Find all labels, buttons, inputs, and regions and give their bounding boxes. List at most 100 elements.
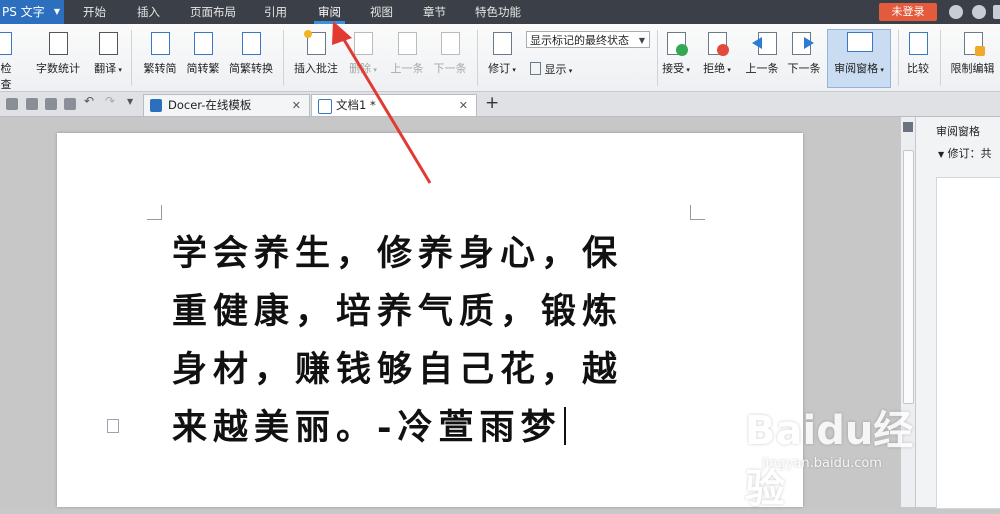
tab-label: Docer-在线模板 <box>168 98 252 112</box>
prev-comment-icon <box>398 32 417 55</box>
prev-change-label: 上一条 <box>745 62 779 75</box>
document-line: 来越美丽。-冷萱雨梦 <box>172 407 562 448</box>
next-comment-icon <box>441 32 460 55</box>
track-changes-button[interactable]: 修订 ▾ <box>482 30 522 76</box>
paragraph-options-icon[interactable] <box>107 419 119 433</box>
review-pane-icon <box>847 32 873 52</box>
close-icon[interactable]: ✕ <box>292 95 301 116</box>
new-doc-icon[interactable] <box>6 98 18 110</box>
review-pane-title: 审阅窗格 <box>936 125 980 138</box>
restrict-editing-label: 限制编辑 <box>950 62 995 75</box>
insert-comment-button[interactable]: 插入批注 <box>290 30 342 76</box>
ribbon-review: 检查 字数统计 翻译 ▾ 繁转简 简转繁 简繁转换 插入批注 删除 ▾ 上一条 … <box>0 24 1000 92</box>
document-line: 重健康，培养气质，锻炼 <box>172 291 624 332</box>
revisions-label: 修订：共 <box>947 147 992 160</box>
baidu-watermark: Baidu经验 jingyan.baidu.com <box>745 398 945 512</box>
track-changes-label: 修订 <box>488 62 511 75</box>
trad-to-simp-label: 繁转简 <box>143 62 177 75</box>
settings-icon[interactable] <box>993 5 1000 19</box>
show-markup-button[interactable]: 显示 ▾ <box>530 61 572 77</box>
markup-display-select[interactable]: 显示标记的最终状态 ▼ <box>526 31 650 48</box>
spell-check-icon <box>0 32 12 55</box>
word-count-icon <box>49 32 68 55</box>
menu-chapter[interactable]: 章节 <box>423 0 446 24</box>
simp-to-trad-icon <box>194 32 213 55</box>
menu-references[interactable]: 引用 <box>264 0 287 24</box>
tab-document1[interactable]: 文档1 * ✕ <box>311 94 477 116</box>
word-count-label: 字数统计 <box>36 62 80 75</box>
customize-toolbar-icon[interactable]: ▼ <box>127 97 139 109</box>
prev-change-button[interactable]: 上一条 <box>742 30 782 76</box>
reject-button[interactable]: 拒绝 ▾ <box>699 30 735 76</box>
spell-check-button[interactable]: 检查 <box>0 30 16 92</box>
margin-corner <box>147 205 162 220</box>
simp-to-trad-button[interactable]: 简转繁 <box>183 30 223 76</box>
revisions-summary[interactable]: ▼ 修订：共 <box>938 145 992 161</box>
next-change-label: 下一条 <box>787 62 821 75</box>
chevron-down-icon: ▼ <box>53 7 60 16</box>
menu-home[interactable]: 开始 <box>83 0 106 24</box>
margin-corner <box>690 205 705 220</box>
export-pdf-icon[interactable] <box>45 98 57 110</box>
document-page[interactable]: 学会养生，修养身心，保 重健康，培养气质，锻炼 身材，赚钱够自己花，越 来越美丽… <box>57 133 803 507</box>
divider <box>477 30 478 86</box>
document-tab-bar: ↶ ↷ ▼ Docer-在线模板 ✕ 文档1 * ✕ + <box>0 92 1000 117</box>
document-icon <box>318 99 332 114</box>
watermark-url: jingyan.baidu.com <box>762 456 882 471</box>
new-tab-button[interactable]: + <box>485 93 499 113</box>
translate-button[interactable]: 翻译 ▾ <box>88 30 128 76</box>
trad-to-simp-button[interactable]: 繁转简 <box>140 30 180 76</box>
redo-icon[interactable]: ↷ <box>105 94 117 108</box>
menu-insert[interactable]: 插入 <box>137 0 160 24</box>
scroll-top-icon[interactable] <box>903 122 913 132</box>
print-icon[interactable] <box>26 98 38 110</box>
app-menu-button[interactable]: PS 文字 ▼ <box>0 0 64 24</box>
track-changes-icon <box>493 32 512 55</box>
undo-icon[interactable]: ↶ <box>84 94 96 108</box>
menu-page-layout[interactable]: 页面布局 <box>190 0 236 24</box>
divider <box>898 30 899 86</box>
review-pane-button[interactable]: 审阅窗格 ▾ <box>829 30 889 76</box>
word-count-button[interactable]: 字数统计 <box>32 30 84 76</box>
compare-icon <box>909 32 928 55</box>
next-comment-button[interactable]: 下一条 <box>429 30 471 76</box>
delete-comment-button[interactable]: 删除 ▾ <box>345 30 381 76</box>
document-body[interactable]: 学会养生，修养身心，保 重健康，培养气质，锻炼 身材，赚钱够自己花，越 来越美丽… <box>172 225 712 457</box>
skin-icon[interactable] <box>949 5 963 19</box>
divider <box>131 30 132 86</box>
review-pane-content <box>936 177 1000 509</box>
compare-button[interactable]: 比较 <box>902 30 934 76</box>
scrollbar-thumb[interactable] <box>903 150 914 404</box>
spell-check-label: 检查 <box>0 62 12 91</box>
menu-view[interactable]: 视图 <box>370 0 393 24</box>
app-menu-label: PS 文字 <box>2 5 45 19</box>
restrict-editing-button[interactable]: 限制编辑 <box>945 30 1000 76</box>
menu-review[interactable]: 审阅 <box>314 0 345 24</box>
document-line: 身材，赚钱够自己花，越 <box>172 349 624 390</box>
simp-to-trad-label: 简转繁 <box>186 62 220 75</box>
close-icon[interactable]: ✕ <box>459 95 468 116</box>
prev-comment-label: 上一条 <box>390 62 424 75</box>
translate-icon <box>99 32 118 55</box>
menu-features[interactable]: 特色功能 <box>475 0 521 24</box>
show-markup-label: 显示 <box>544 63 567 76</box>
chevron-down-icon: ▼ <box>938 150 945 159</box>
text-cursor <box>563 407 566 445</box>
login-button[interactable]: 未登录 <box>879 3 937 21</box>
menu-bar: PS 文字 ▼ 开始 插入 页面布局 引用 审阅 视图 章节 特色功能 未登录 <box>0 0 1000 24</box>
convert-button[interactable]: 简繁转换 <box>226 30 276 76</box>
next-change-button[interactable]: 下一条 <box>784 30 824 76</box>
prev-comment-button[interactable]: 上一条 <box>386 30 428 76</box>
delete-comment-icon <box>354 32 373 55</box>
print-preview-icon[interactable] <box>64 98 76 110</box>
review-pane-label: 审阅窗格 <box>834 62 879 75</box>
sync-icon[interactable] <box>972 5 986 19</box>
chevron-down-icon: ▼ <box>638 36 645 45</box>
accept-label: 接受 <box>662 62 685 75</box>
convert-label: 简繁转换 <box>229 62 273 75</box>
compare-label: 比较 <box>907 62 929 75</box>
document-line: 学会养生，修养身心，保 <box>172 233 624 274</box>
accept-button[interactable]: 接受 ▾ <box>658 30 694 76</box>
translate-label: 翻译 <box>94 62 117 75</box>
tab-docer-templates[interactable]: Docer-在线模板 ✕ <box>143 94 310 116</box>
